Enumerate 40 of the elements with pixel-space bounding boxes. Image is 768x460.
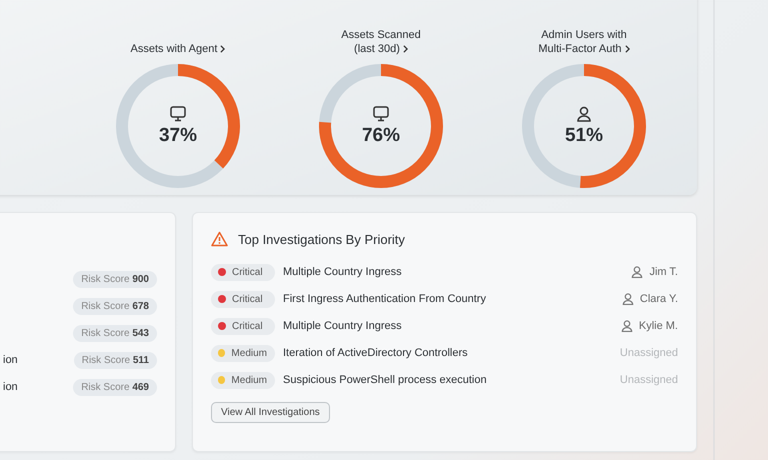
asset-name: ion [3,381,18,393]
chevron-right-icon [402,45,408,54]
user-icon [620,319,634,333]
assignee-name: Jim T. [649,266,678,278]
investigation-link[interactable]: Multiple Country Ingress [283,266,630,278]
risk-score-badge: Risk Score 900 [73,270,157,288]
risk-score-badge: Risk Score 469 [73,378,157,396]
chevron-right-icon [220,45,226,54]
priority-badge: Medium [211,344,275,362]
metric-link[interactable]: Assets with Agent [130,12,226,56]
gauge-value: 51% [564,125,604,147]
asset-name: ion [3,354,18,366]
gauge-value: 76% [362,125,400,147]
assignee-name: Kylie M. [638,320,678,332]
investigation-link[interactable]: Multiple Country Ingress [283,320,620,332]
warning-icon [211,231,228,247]
view-all-button[interactable]: View All Investigations [211,402,330,423]
metric-link[interactable]: Assets Scanned (last 30d) [341,12,421,56]
gauge-value: 37% [158,125,198,147]
monitor-icon [169,105,187,123]
user-icon [620,292,635,306]
assignee-name: Unassigned [620,347,678,359]
assignee-name: Unassigned [620,374,678,386]
metric-link[interactable]: Admin Users with Multi-Factor Auth [538,12,630,56]
risk-score-badge: Risk Score 543 [73,324,157,342]
card-title: Top Investigations By Priority [238,232,405,246]
monitor-icon [372,105,390,123]
investigation-link[interactable]: Iteration of ActiveDirectory Controllers [283,347,620,359]
priority-badge: Critical [211,264,275,280]
risk-score-badge: Risk Score 511 [74,352,157,368]
risk-score-badge: Risk Score 678 [73,298,157,314]
priority-badge: Critical [211,318,275,334]
investigation-link[interactable]: First Ingress Authentication From Country [283,293,621,305]
user-icon [630,265,644,279]
user-icon [575,105,593,123]
priority-badge: Critical [211,290,275,308]
assignee-name: Clara Y. [640,293,678,305]
chevron-right-icon [624,45,630,54]
priority-badge: Medium [211,372,275,388]
investigation-link[interactable]: Suspicious PowerShell process execution [283,374,620,386]
